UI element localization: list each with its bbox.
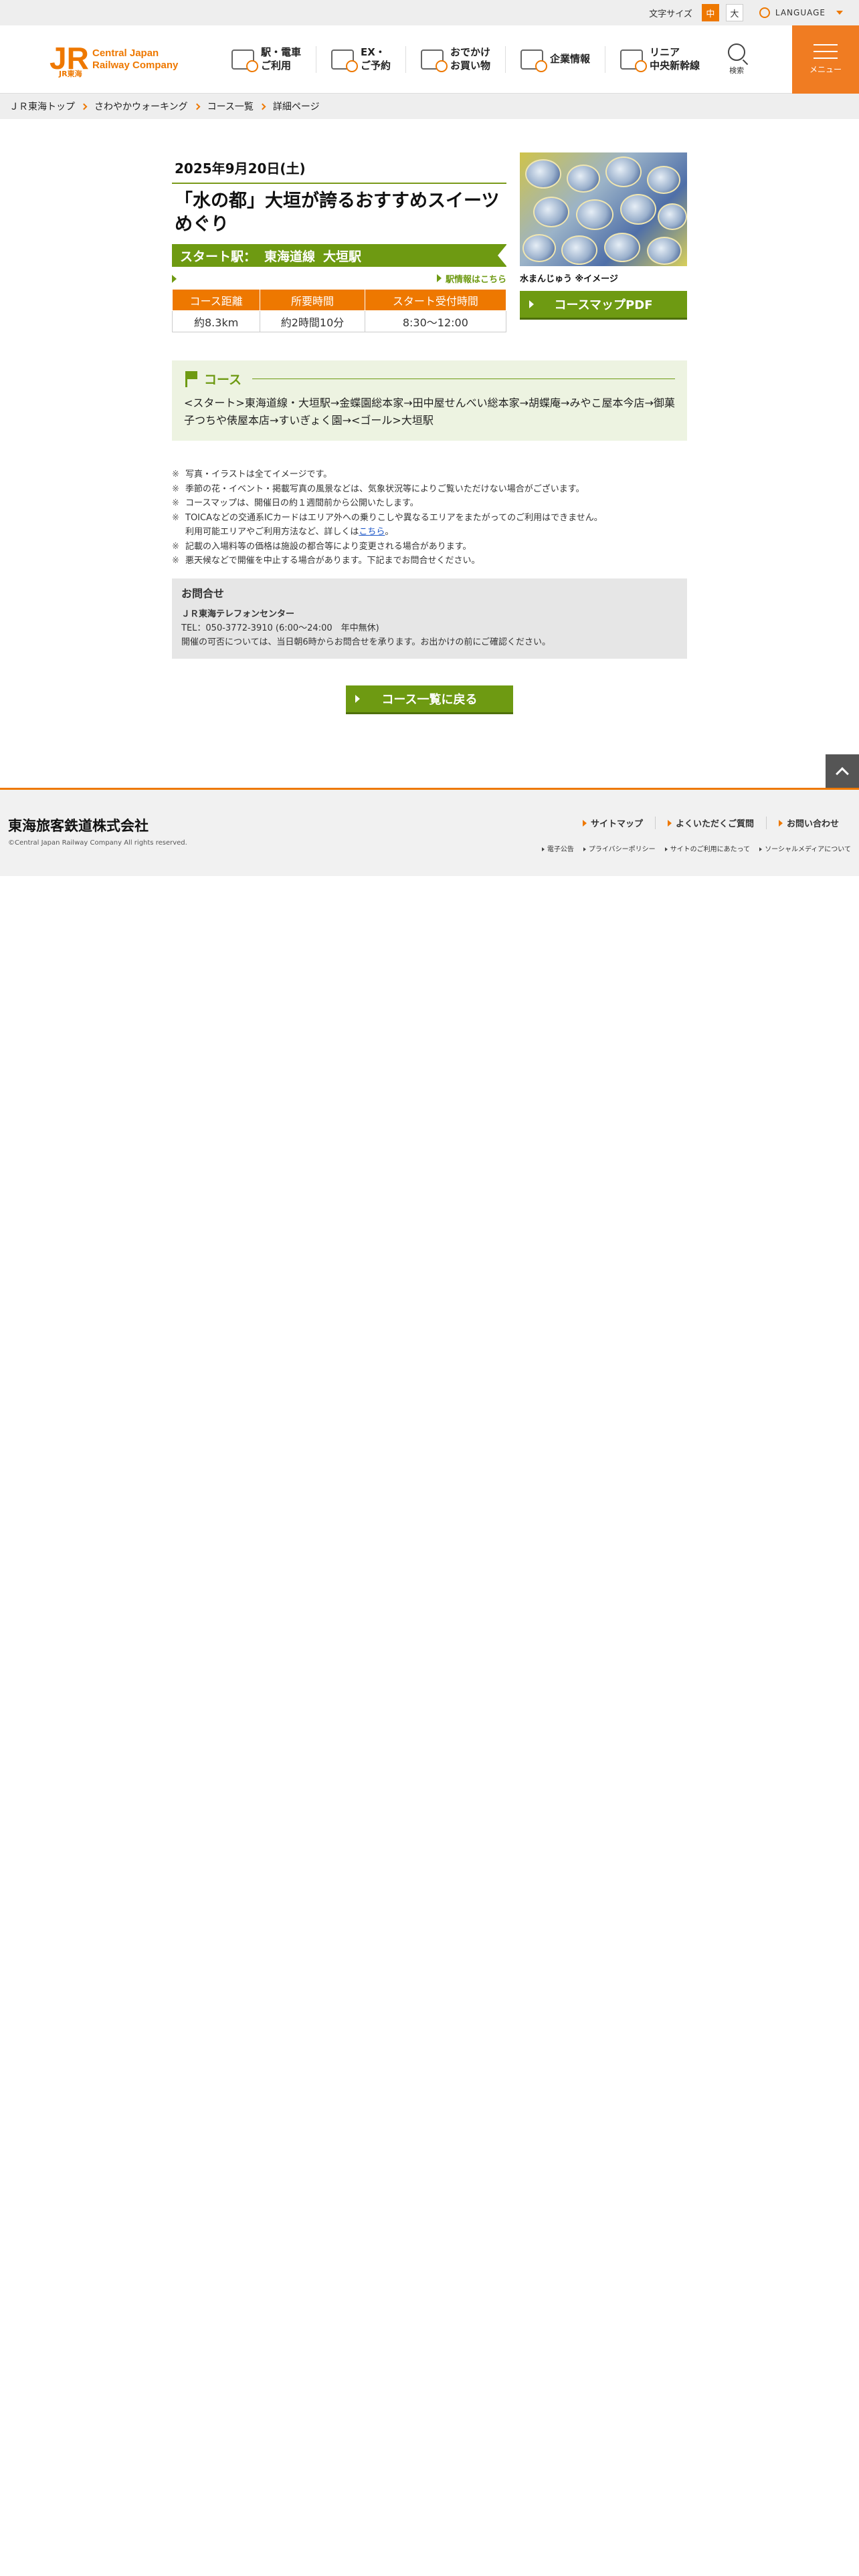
language-label: LANGUAGE — [775, 8, 826, 17]
utility-bar: 文字サイズ 中 大 LANGUAGE — [0, 0, 859, 25]
footer-link-faq[interactable]: よくいただくご質問 — [654, 817, 766, 829]
search-icon — [728, 43, 746, 61]
note-item: TOICAなどの交通系ICカードはエリア外への乗りこしや異なるエリアをまたがって… — [172, 511, 687, 540]
building-icon — [520, 49, 548, 72]
contact-tel: TEL：050-3772-3910 (6:00〜24:00 年中無休) — [181, 623, 379, 633]
nav-linear-chuo-shinkansen[interactable]: リニア 中央新幹線 — [605, 46, 714, 73]
start-line: 東海道線 — [264, 249, 316, 264]
station-info-row: 駅情報はこちら — [172, 272, 506, 285]
search-label: 検索 — [729, 66, 745, 75]
font-size-label: 文字サイズ — [649, 9, 692, 19]
arrow-right-icon — [172, 274, 177, 283]
station-info-link[interactable]: 駅情報はこちら — [436, 272, 506, 285]
stat-duration: 約2時間10分 — [260, 310, 365, 333]
footer-copyright: ©Central Japan Railway Company All right… — [8, 839, 187, 847]
font-size-medium-button[interactable]: 中 — [701, 4, 719, 21]
event-media: 水まんじゅう ※イメージ コースマップPDF — [520, 152, 687, 332]
hamburger-icon — [814, 44, 838, 59]
footer-link-privacy[interactable]: プライバシーポリシー — [583, 843, 656, 853]
mizu-manju-photo — [520, 152, 687, 266]
shopping-bag-icon — [421, 49, 448, 72]
contact-note: 開催の可否については、当日朝6時からお問合せを承ります。お出かけの前にご確認くだ… — [181, 637, 551, 647]
breadcrumb-jr-top[interactable]: ＪＲ東海トップ — [9, 100, 75, 113]
menu-button[interactable]: メニュー — [792, 25, 859, 94]
global-nav: 駅・電車 ご利用 EX・ ご予約 おでかけ お買い物 企業情報 リニア 中央新幹線 — [217, 45, 714, 73]
notes-list: 写真・イラストは全てイメージです。 季節の花・イベント・掲載写真の風景などは、気… — [172, 467, 687, 568]
note-item: 悪天候などで開催を中止する場合があります。下記までお問合せください。 — [172, 554, 687, 568]
back-to-course-list-button[interactable]: コース一覧に戻る — [346, 685, 513, 713]
breadcrumb-detail: 詳細ページ — [272, 102, 320, 112]
language-selector[interactable]: LANGUAGE — [759, 7, 843, 18]
stat-distance: 約8.3km — [171, 310, 261, 333]
breadcrumb-course-list[interactable]: コース一覧 — [207, 100, 254, 113]
start-station-band: スタート駅： 東海道線 大垣駅 — [172, 244, 507, 267]
contact-title: お問合せ — [181, 587, 225, 601]
contact-name: ＪＲ東海テレフォンセンター — [181, 609, 295, 620]
event-date: 2025年9月20日(土) — [172, 152, 506, 184]
site-footer: 東海旅客鉄道株式会社 ©Central Japan Railway Compan… — [0, 788, 859, 876]
footer-link-site-usage[interactable]: サイトのご利用にあたって — [664, 843, 750, 853]
chevron-right-icon — [259, 103, 266, 110]
course-label: コース — [204, 372, 242, 388]
photo-caption: 水まんじゅう ※イメージ — [520, 274, 618, 284]
nav-station-train[interactable]: 駅・電車 ご利用 — [217, 45, 317, 73]
chevron-right-icon — [80, 103, 88, 110]
nav-corporate-info[interactable]: 企業情報 — [506, 45, 606, 73]
font-size-large-button[interactable]: 大 — [725, 4, 743, 21]
event-summary: 2025年9月20日(土) 「水の都」大垣が誇るおすすめスイーツめぐり スタート… — [171, 152, 687, 333]
event-title: 「水の都」大垣が誇るおすすめスイーツめぐり — [175, 191, 500, 235]
train-icon — [231, 49, 258, 72]
arrow-right-icon — [529, 300, 534, 308]
contact-box: お問合せ ＪＲ東海テレフォンセンター TEL：050-3772-3910 (6:… — [172, 578, 687, 659]
footer-link-social-media[interactable]: ソーシャルメディアについて — [759, 843, 851, 853]
footer-company-name: 東海旅客鉄道株式会社 — [8, 818, 149, 834]
site-header: JR JR東海 Central Japan Railway Company 駅・… — [0, 25, 859, 94]
start-station: 大垣駅 — [323, 249, 362, 264]
toica-info-link[interactable]: こちら — [359, 527, 385, 537]
menu-label: メニュー — [809, 65, 842, 74]
nav-outing-shopping[interactable]: おでかけ お買い物 — [406, 45, 506, 73]
flag-icon — [184, 370, 197, 387]
footer-link-public-notice[interactable]: 電子公告 — [541, 843, 574, 853]
search-button[interactable]: 検索 — [728, 43, 746, 76]
event-info: 2025年9月20日(土) 「水の都」大垣が誇るおすすめスイーツめぐり スタート… — [171, 152, 507, 333]
logo-wordmark: Central Japan Railway Company — [92, 47, 179, 71]
main-content: 2025年9月20日(土) 「水の都」大垣が誇るおすすめスイーツめぐり スタート… — [171, 152, 687, 713]
chevron-down-icon — [836, 11, 843, 15]
jr-logo-mark: JR JR東海 — [50, 40, 89, 78]
footer-link-contact[interactable]: お問い合わせ — [765, 817, 851, 829]
globe-icon — [759, 7, 770, 18]
arrow-right-icon — [355, 695, 360, 704]
course-section: コース <スタート>東海道線・大垣駅→金蝶園総本家→田中屋せんべい総本家→胡蝶庵… — [172, 360, 687, 441]
course-map-pdf-button[interactable]: コースマップPDF — [520, 291, 687, 318]
stat-header-reception: スタート受付時間 — [364, 289, 507, 312]
maglev-train-icon — [620, 49, 648, 72]
footer-links: サイトマップ よくいただくご質問 お問い合わせ — [571, 817, 851, 829]
note-item: 写真・イラストは全てイメージです。 — [172, 467, 687, 482]
start-station-label: スタート駅： — [180, 249, 257, 264]
breadcrumb-walking[interactable]: さわやかウォーキング — [94, 100, 188, 113]
stat-reception: 8:30〜12:00 — [364, 310, 507, 333]
chevron-up-icon — [836, 767, 849, 780]
footer-link-sitemap[interactable]: サイトマップ — [571, 817, 655, 829]
phone-ticket-icon — [331, 49, 359, 72]
stat-header-distance: コース距離 — [171, 289, 261, 312]
page-top-button[interactable] — [826, 754, 859, 788]
note-item: 記載の入場料等の価格は施設の都合等により変更される場合があります。 — [172, 540, 687, 554]
note-item: コースマップは、開催日の約１週間前から公開いたします。 — [172, 496, 687, 511]
nav-ex-reservation[interactable]: EX・ ご予約 — [316, 45, 407, 73]
course-heading: コース — [184, 370, 675, 388]
note-item: 季節の花・イベント・掲載写真の風景などは、気象状況等によりご覧いただけない場合が… — [172, 482, 687, 497]
footer-sub-links: 電子公告 プライバシーポリシー サイトのご利用にあたって ソーシャルメディアにつ… — [541, 843, 851, 853]
course-route: <スタート>東海道線・大垣駅→金蝶園総本家→田中屋せんべい総本家→胡蝶庵→みやこ… — [184, 397, 675, 427]
course-stats-table: コース距離 所要時間 スタート受付時間 約8.3km 約2時間10分 8:30〜… — [171, 289, 507, 333]
breadcrumb: ＪＲ東海トップ さわやかウォーキング コース一覧 詳細ページ — [0, 94, 859, 119]
stat-header-duration: 所要時間 — [260, 289, 365, 312]
chevron-right-icon — [193, 103, 201, 110]
jr-central-logo[interactable]: JR JR東海 Central Japan Railway Company — [47, 40, 207, 79]
